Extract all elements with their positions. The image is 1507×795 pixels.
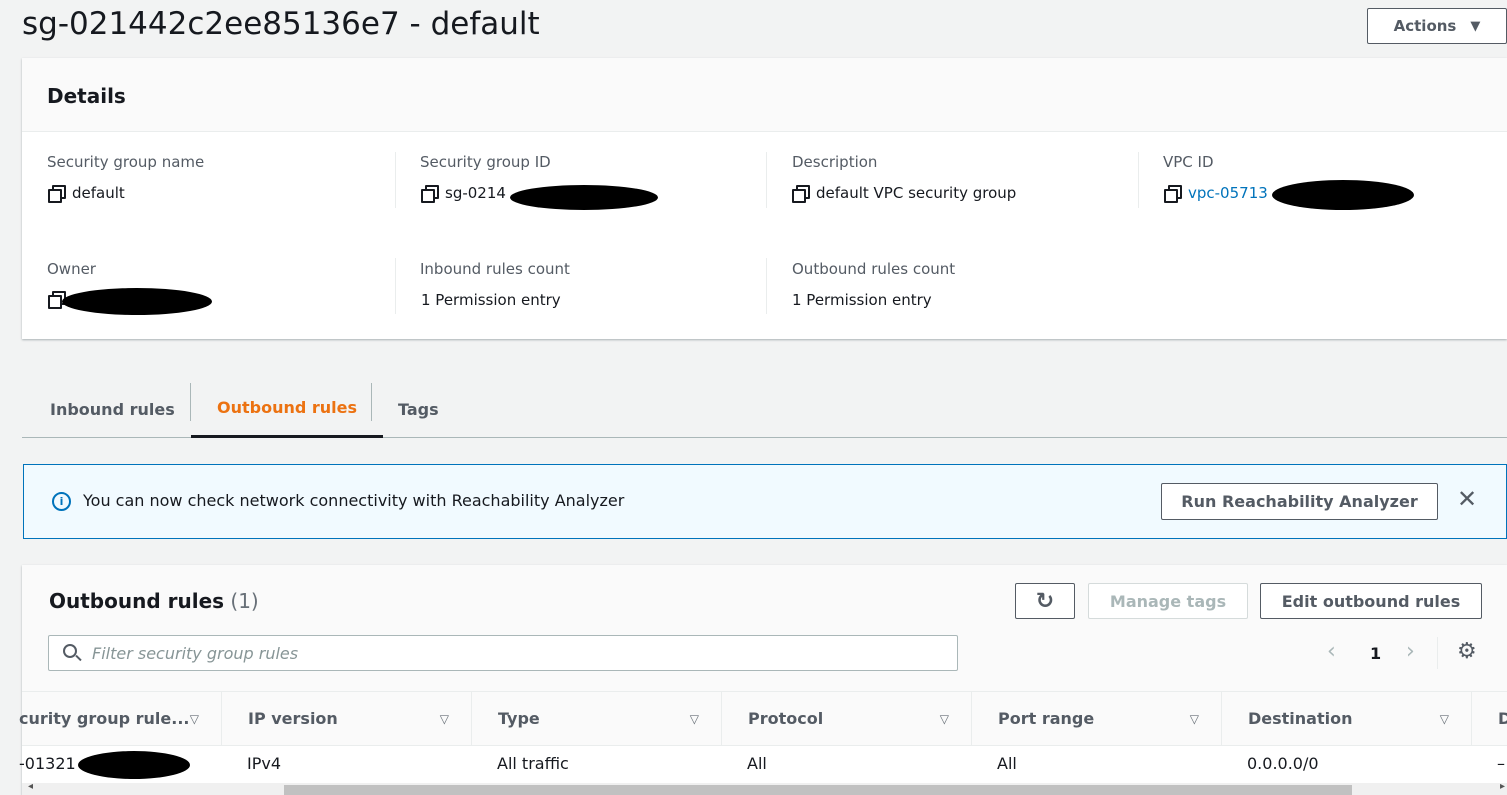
page-number[interactable]: 1 [1370,644,1381,663]
details-title: Details [47,84,126,108]
column-label: IP version [248,709,338,728]
sort-icon[interactable]: ▽ [690,712,699,726]
caret-down-icon: ▼ [1470,18,1481,34]
refresh-icon: ↻ [1035,588,1055,614]
page-title: sg-021442c2ee85136e7 - default [22,6,540,42]
column-label: curity group rule... [19,709,190,728]
column-header-port-range[interactable]: Port range ▽ [972,692,1222,745]
close-icon[interactable]: ✕ [1457,485,1477,513]
cell-type: All traffic [497,754,569,773]
copy-icon[interactable] [792,185,810,203]
refresh-button[interactable]: ↻ [1015,583,1075,619]
sg-id-label: Security group ID [420,153,551,171]
owner-label: Owner [47,260,96,278]
sg-id-value: sg-0214 [421,184,506,203]
cell-destination: 0.0.0.0/0 [1247,754,1319,773]
run-reachability-analyzer-button[interactable]: Run Reachability Analyzer [1161,483,1438,520]
edit-outbound-rules-button[interactable]: Edit outbound rules [1260,583,1482,619]
redaction [1272,180,1414,210]
sg-name-label: Security group name [47,153,205,171]
manage-tags-button[interactable]: Manage tags [1088,583,1248,619]
tab-tags[interactable]: Tags [372,380,465,438]
prev-page-icon[interactable]: ‹ [1327,639,1336,664]
column-header-type[interactable]: Type ▽ [472,692,722,745]
cell-rule-id[interactable]: -01321 [19,745,76,782]
banner-text: You can now check network connectivity w… [83,491,625,510]
column-header-description[interactable]: D [1472,692,1507,745]
sort-icon[interactable]: ▽ [1440,712,1449,726]
sort-icon[interactable]: ▽ [1190,712,1199,726]
cell-description: – [1497,754,1505,773]
settings-gear-icon[interactable]: ⚙ [1457,639,1477,664]
outbound-count-label: Outbound rules count [792,260,956,278]
actions-button[interactable]: Actions ▼ [1367,8,1507,44]
column-label: Protocol [748,709,824,728]
redaction [62,288,212,315]
scrollbar-thumb[interactable] [284,785,1352,795]
redaction [78,751,190,779]
filter-input[interactable]: Filter security group rules [48,635,958,671]
column-label: Destination [1248,709,1353,728]
horizontal-scrollbar[interactable]: ◂ ▸ [22,781,1507,795]
column-header-destination[interactable]: Destination ▽ [1222,692,1472,745]
vpc-id-link[interactable]: vpc-05713 [1188,184,1268,202]
cell-protocol: All [747,754,767,773]
sort-icon[interactable]: ▽ [190,712,199,726]
inbound-count-label: Inbound rules count [420,260,570,278]
redaction [510,185,658,210]
column-label: D [1498,709,1507,728]
info-banner: i You can now check network connectivity… [23,464,1507,539]
column-header-protocol[interactable]: Protocol ▽ [722,692,972,745]
filter-placeholder: Filter security group rules [92,644,299,663]
cell-ip-version: IPv4 [247,754,282,773]
vpc-id-label: VPC ID [1163,153,1214,171]
tab-inbound-rules[interactable]: Inbound rules [24,380,201,438]
details-panel: Details Security group name default Secu… [22,58,1507,339]
table-title: Outbound rules [49,589,225,613]
outbound-count-value: 1 Permission entry [792,291,932,309]
sort-icon[interactable]: ▽ [940,712,949,726]
cell-port-range: All [997,754,1017,773]
column-header-rule-id[interactable]: curity group rule... ▽ [19,692,222,745]
description-value: default VPC security group [792,184,1016,203]
actions-label: Actions [1393,17,1457,35]
next-page-icon[interactable]: › [1406,639,1415,664]
sg-name-value: default [48,184,125,203]
sort-icon[interactable]: ▽ [440,712,449,726]
rule-count: (1) [230,589,259,613]
tab-outbound-rules[interactable]: Outbound rules [191,380,384,438]
copy-icon[interactable] [1164,185,1182,203]
column-header-ip-version[interactable]: IP version ▽ [222,692,472,745]
info-icon: i [52,492,71,511]
column-label: Type [498,709,540,728]
description-label: Description [792,153,878,171]
copy-icon[interactable] [421,185,439,203]
copy-icon[interactable] [48,185,66,203]
inbound-count-value: 1 Permission entry [421,291,561,309]
column-label: Port range [998,709,1095,728]
